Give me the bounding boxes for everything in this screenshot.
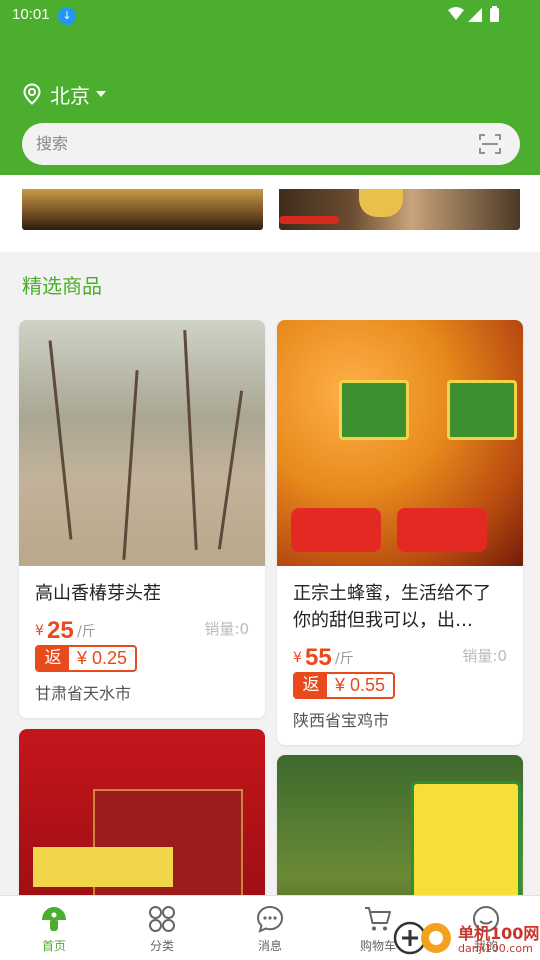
cart-icon — [365, 907, 391, 931]
status-bar: 10:01 ↓ — [0, 0, 540, 32]
watermark-url: danji100.com — [458, 942, 533, 955]
rebate-amount: ¥ 0.55 — [335, 675, 386, 695]
price-unit: /斤 — [335, 651, 354, 667]
product-image — [19, 729, 265, 895]
search-input[interactable]: 搜索 — [36, 123, 68, 165]
currency-symbol: ¥ — [293, 650, 302, 666]
product-name: 高山香椿芽头茬 — [35, 583, 161, 604]
product-origin: 陕西省宝鸡市 — [293, 711, 390, 730]
product-card[interactable]: 高山香椿芽头茬 ¥ 25 /斤 销量:0 返 ¥ 0.25 甘肃省天水市 — [19, 320, 265, 718]
tab-category[interactable]: 分类 — [108, 896, 216, 960]
scan-icon[interactable] — [478, 132, 502, 156]
price-row: ¥ 55 /斤 销量:0 — [293, 638, 507, 672]
tab-label: 分类 — [149, 939, 174, 953]
jar-decoration — [359, 189, 403, 217]
category-icon — [149, 906, 175, 932]
location-pin-icon — [23, 83, 41, 105]
product-image — [277, 755, 523, 895]
product-card[interactable] — [277, 755, 523, 895]
search-bar[interactable]: 搜索 — [22, 123, 520, 165]
message-icon — [256, 905, 284, 933]
signal-battery-icon — [448, 6, 499, 22]
tab-message[interactable]: 消息 — [216, 896, 324, 960]
status-time: 10:01 — [12, 6, 50, 23]
section-title: 精选商品 — [22, 274, 102, 298]
price-unit: /斤 — [77, 624, 96, 640]
status-icons — [446, 6, 506, 28]
watermark-title: 单机100网 — [458, 924, 540, 943]
product-image — [19, 320, 265, 566]
product-image — [277, 320, 523, 566]
product-grid: 高山香椿芽头茬 ¥ 25 /斤 销量:0 返 ¥ 0.25 甘肃省天水市 正宗土… — [0, 320, 540, 895]
rebate-tag: 返 — [295, 674, 327, 697]
product-origin: 甘肃省天水市 — [35, 684, 132, 703]
product-card[interactable]: 正宗土蜂蜜，生活给不了你的甜但我可以，出… ¥ 55 /斤 销量:0 返 ¥ 0… — [277, 320, 523, 745]
tab-label: 首页 — [41, 939, 66, 953]
download-icon: ↓ — [58, 7, 76, 25]
chevron-down-icon — [96, 91, 106, 97]
tab-home[interactable]: 首页 — [0, 896, 108, 960]
rebate-amount: ¥ 0.25 — [77, 648, 128, 668]
banner-image-left[interactable] — [22, 189, 263, 230]
tab-label: 消息 — [257, 939, 282, 953]
product-card[interactable] — [19, 729, 265, 895]
sales-count: 销量:0 — [204, 620, 249, 638]
sales-count: 销量:0 — [462, 647, 507, 665]
banner-strip — [0, 175, 540, 252]
price-row: ¥ 25 /斤 销量:0 — [35, 611, 249, 645]
watermark-logo-icon — [393, 921, 451, 955]
rebate-badge: 返 ¥ 0.25 — [35, 645, 138, 672]
product-price: 25 — [47, 617, 74, 644]
app-header: 10:01 ↓ 北京 搜索 — [0, 0, 540, 175]
rebate-badge: 返 ¥ 0.55 — [293, 672, 396, 699]
currency-symbol: ¥ — [35, 623, 44, 639]
product-price: 55 — [305, 644, 332, 671]
location-city: 北京 — [50, 83, 90, 108]
chili-decoration — [279, 216, 339, 224]
site-watermark: 单机100网 danji100.com — [392, 908, 540, 960]
banner-image-right[interactable] — [279, 189, 520, 230]
home-icon — [42, 907, 66, 931]
product-name: 正宗土蜂蜜，生活给不了你的甜但我可以，出… — [293, 583, 491, 631]
location-selector[interactable]: 北京 — [22, 80, 106, 108]
rebate-tag: 返 — [37, 647, 69, 670]
